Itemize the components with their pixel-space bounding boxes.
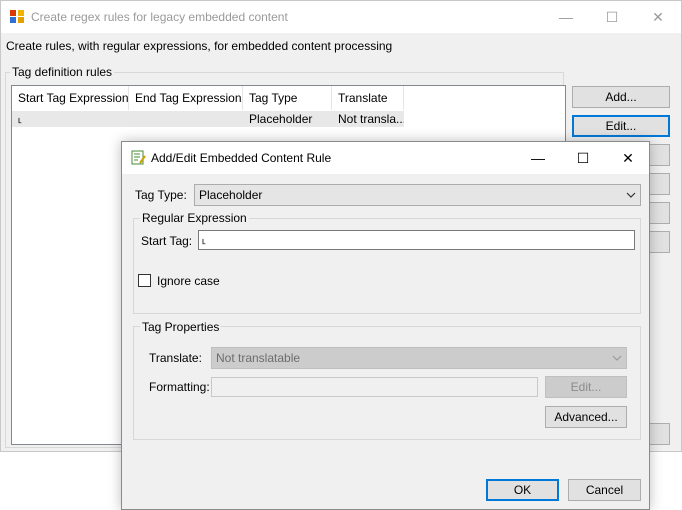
start-tag-value: ˪ [202, 233, 206, 247]
tag-properties-group-label: Tag Properties [140, 320, 222, 334]
add-button[interactable]: Add... [572, 86, 670, 108]
close-icon: ✕ [622, 150, 634, 166]
dialog-close-button[interactable]: ✕ [605, 142, 651, 174]
dialog-minimize-button[interactable]: — [515, 142, 561, 174]
column-header-end-tag[interactable]: End Tag Expression [129, 86, 243, 110]
column-header-tag-type[interactable]: Tag Type [243, 86, 332, 110]
translate-value: Not translatable [216, 351, 301, 365]
dialog-title-bar: Add/Edit Embedded Content Rule — ☐ ✕ [122, 142, 649, 174]
close-icon: ✕ [652, 9, 664, 25]
maximize-icon: ☐ [605, 9, 619, 25]
minimize-icon: — [559, 9, 573, 25]
edit-button[interactable]: Edit... [572, 115, 670, 137]
translate-label: Translate: [149, 351, 202, 365]
cancel-button[interactable]: Cancel [568, 479, 641, 501]
start-tag-label: Start Tag: [141, 234, 193, 248]
column-header-start-tag[interactable]: Start Tag Expression [12, 86, 129, 110]
format-edit-button[interactable]: Edit... [545, 376, 627, 398]
edit-rule-icon [131, 150, 146, 165]
dialog-title: Add/Edit Embedded Content Rule [151, 151, 332, 165]
row-tag-type: Placeholder [249, 112, 313, 126]
tag-type-value: Placeholder [199, 188, 263, 202]
main-title-bar: Create regex rules for legacy embedded c… [1, 1, 681, 33]
chevron-down-icon [612, 355, 622, 361]
move-up-button[interactable] [649, 173, 670, 195]
minimize-button[interactable]: — [543, 1, 589, 33]
translate-select[interactable]: Not translatable [211, 347, 627, 369]
row-start-tag: ˪ [18, 112, 22, 126]
regex-group-label: Regular Expression [140, 211, 249, 225]
tag-definition-group-label: Tag definition rules [10, 65, 115, 79]
tag-type-label: Tag Type: [135, 188, 187, 202]
remove-button[interactable] [649, 144, 670, 166]
app-grid-icon [10, 10, 24, 23]
description-text: Create rules, with regular expressions, … [6, 39, 393, 53]
row-translate: Not transla... [338, 112, 404, 126]
column-header-translate[interactable]: Translate [332, 86, 404, 110]
formatting-label: Formatting: [149, 380, 210, 394]
main-window-title: Create regex rules for legacy embedded c… [31, 10, 288, 24]
tag-type-select[interactable]: Placeholder [194, 184, 641, 206]
maximize-button[interactable]: ☐ [589, 1, 635, 33]
reset-button[interactable] [649, 231, 670, 253]
row-end-tag [129, 111, 243, 127]
ignore-case-label: Ignore case [157, 274, 220, 288]
advanced-button[interactable]: Advanced... [545, 406, 627, 428]
start-tag-input[interactable]: ˪ [198, 230, 635, 250]
ok-button[interactable]: OK [486, 479, 559, 501]
bottom-button[interactable] [649, 423, 670, 445]
minimize-icon: — [531, 150, 545, 166]
chevron-down-icon [626, 192, 636, 198]
dialog-maximize-button[interactable]: ☐ [560, 142, 606, 174]
formatting-input[interactable] [211, 377, 538, 397]
ignore-case-checkbox[interactable] [138, 274, 151, 287]
maximize-icon: ☐ [576, 150, 590, 166]
close-button[interactable]: ✕ [635, 1, 681, 33]
move-down-button[interactable] [649, 202, 670, 224]
table-row[interactable]: ˪ Placeholder Not transla... [12, 111, 404, 127]
edit-rule-dialog: Add/Edit Embedded Content Rule — ☐ ✕ Tag… [121, 141, 650, 510]
